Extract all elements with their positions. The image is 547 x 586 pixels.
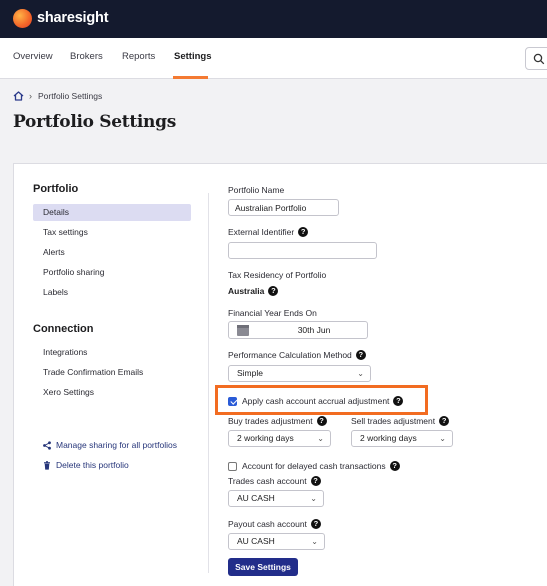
tab-settings[interactable]: Settings <box>174 51 211 62</box>
buy-trades-label: Buy trades adjustment ? <box>228 416 327 426</box>
search-button[interactable] <box>525 47 547 70</box>
financial-year-label: Financial Year Ends On <box>228 308 317 318</box>
buy-trades-value: 2 working days <box>237 433 294 443</box>
help-icon[interactable]: ? <box>298 227 309 237</box>
delete-portfolio-label: Delete this portfolio <box>56 460 129 470</box>
tax-residency-value: Australia ? <box>228 286 279 296</box>
trades-cash-account-label: Trades cash account ? <box>228 476 321 486</box>
tax-residency-label: Tax Residency of Portfolio <box>228 270 327 280</box>
payout-cash-account-label-text: Payout cash account <box>228 519 307 529</box>
external-identifier-label-text: External Identifier <box>228 227 295 237</box>
performance-method-value: Simple <box>237 368 263 378</box>
active-tab-indicator <box>173 76 208 79</box>
help-icon[interactable]: ? <box>268 286 279 296</box>
buy-trades-label-text: Buy trades adjustment <box>228 416 313 426</box>
payout-cash-account-label: Payout cash account ? <box>228 519 321 529</box>
performance-method-label: Performance Calculation Method ? <box>228 350 366 360</box>
trades-cash-account-select[interactable]: AU CASH ⌄ <box>228 490 324 507</box>
chevron-down-icon: ⌄ <box>317 434 324 443</box>
trades-cash-account-value: AU CASH <box>237 493 275 503</box>
sell-trades-value: 2 working days <box>360 433 417 443</box>
payout-cash-account-select[interactable]: AU CASH ⌄ <box>228 533 325 550</box>
cash-accrual-label: Apply cash account accrual adjustment <box>242 396 390 406</box>
chevron-right-icon: › <box>29 91 32 101</box>
breadcrumb: › Portfolio Settings <box>13 89 102 103</box>
buy-trades-select[interactable]: 2 working days ⌄ <box>228 430 331 447</box>
delayed-cash-checkbox-row[interactable]: Account for delayed cash transactions ? <box>228 461 400 471</box>
sidebar-item-details[interactable]: Details <box>33 204 191 221</box>
help-icon[interactable]: ? <box>355 350 366 360</box>
delayed-cash-label: Account for delayed cash transactions <box>242 461 386 471</box>
cash-accrual-checkbox[interactable] <box>228 396 237 406</box>
top-bar: sharesight <box>0 0 547 38</box>
financial-year-value: 30th Jun <box>297 325 331 335</box>
delayed-cash-checkbox[interactable] <box>228 461 237 471</box>
performance-method-select[interactable]: Simple ⌄ <box>228 365 371 382</box>
help-icon[interactable]: ? <box>393 396 404 406</box>
sell-trades-select[interactable]: 2 working days ⌄ <box>351 430 453 447</box>
help-icon[interactable]: ? <box>310 476 321 486</box>
payout-cash-account-value: AU CASH <box>237 536 275 546</box>
manage-sharing-link[interactable]: Manage sharing for all portfolios <box>42 440 177 450</box>
portfolio-name-input[interactable] <box>228 199 339 216</box>
trash-icon <box>44 460 50 470</box>
chevron-down-icon: ⌄ <box>439 434 446 443</box>
tab-brokers[interactable]: Brokers <box>70 51 103 62</box>
manage-sharing-label: Manage sharing for all portfolios <box>56 440 177 450</box>
share-icon <box>43 440 51 450</box>
save-settings-button[interactable]: Save Settings <box>228 558 298 576</box>
external-identifier-input[interactable] <box>228 242 377 259</box>
sell-trades-label: Sell trades adjustment ? <box>351 416 450 426</box>
chevron-down-icon: ⌄ <box>310 494 317 503</box>
page-title: Portfolio Settings <box>13 112 176 132</box>
trades-cash-account-label-text: Trades cash account <box>228 476 307 486</box>
performance-method-label-text: Performance Calculation Method <box>228 350 352 360</box>
search-icon <box>533 53 545 65</box>
main-nav: Overview Brokers Reports Settings <box>0 38 547 79</box>
chevron-down-icon: ⌄ <box>311 537 318 546</box>
sidebar-heading-connection: Connection <box>33 323 94 335</box>
delete-portfolio-link[interactable]: Delete this portfolio <box>42 460 129 470</box>
breadcrumb-current[interactable]: Portfolio Settings <box>38 91 102 101</box>
sidebar-item-portfolio-sharing[interactable]: Portfolio sharing <box>33 264 191 281</box>
tax-residency-value-text: Australia <box>228 286 265 296</box>
sidebar-heading-portfolio: Portfolio <box>33 183 79 195</box>
sidebar-item-xero-settings[interactable]: Xero Settings <box>33 384 191 401</box>
cash-accrual-checkbox-row[interactable]: Apply cash account accrual adjustment ? <box>228 396 404 406</box>
sidebar-item-integrations[interactable]: Integrations <box>33 344 191 361</box>
sidebar-item-trade-confirmation-emails[interactable]: Trade Confirmation Emails <box>33 364 191 381</box>
sell-trades-label-text: Sell trades adjustment <box>351 416 436 426</box>
sharesight-logo-icon[interactable] <box>13 9 32 28</box>
help-icon[interactable]: ? <box>316 416 327 426</box>
help-icon[interactable]: ? <box>439 416 450 426</box>
sidebar-divider <box>208 193 209 573</box>
home-icon[interactable] <box>13 91 24 101</box>
tab-overview[interactable]: Overview <box>13 51 53 62</box>
external-identifier-label: External Identifier ? <box>228 227 309 237</box>
sidebar-item-labels[interactable]: Labels <box>33 284 191 301</box>
tab-reports[interactable]: Reports <box>122 51 155 62</box>
brand-name[interactable]: sharesight <box>37 10 109 26</box>
help-icon[interactable]: ? <box>310 519 321 529</box>
sidebar-item-alerts[interactable]: Alerts <box>33 244 191 261</box>
portfolio-name-label: Portfolio Name <box>228 185 285 195</box>
help-icon[interactable]: ? <box>389 461 400 471</box>
sidebar-item-tax-settings[interactable]: Tax settings <box>33 224 191 241</box>
chevron-down-icon: ⌄ <box>357 369 364 378</box>
financial-year-date-input[interactable]: 30th Jun <box>228 321 368 339</box>
